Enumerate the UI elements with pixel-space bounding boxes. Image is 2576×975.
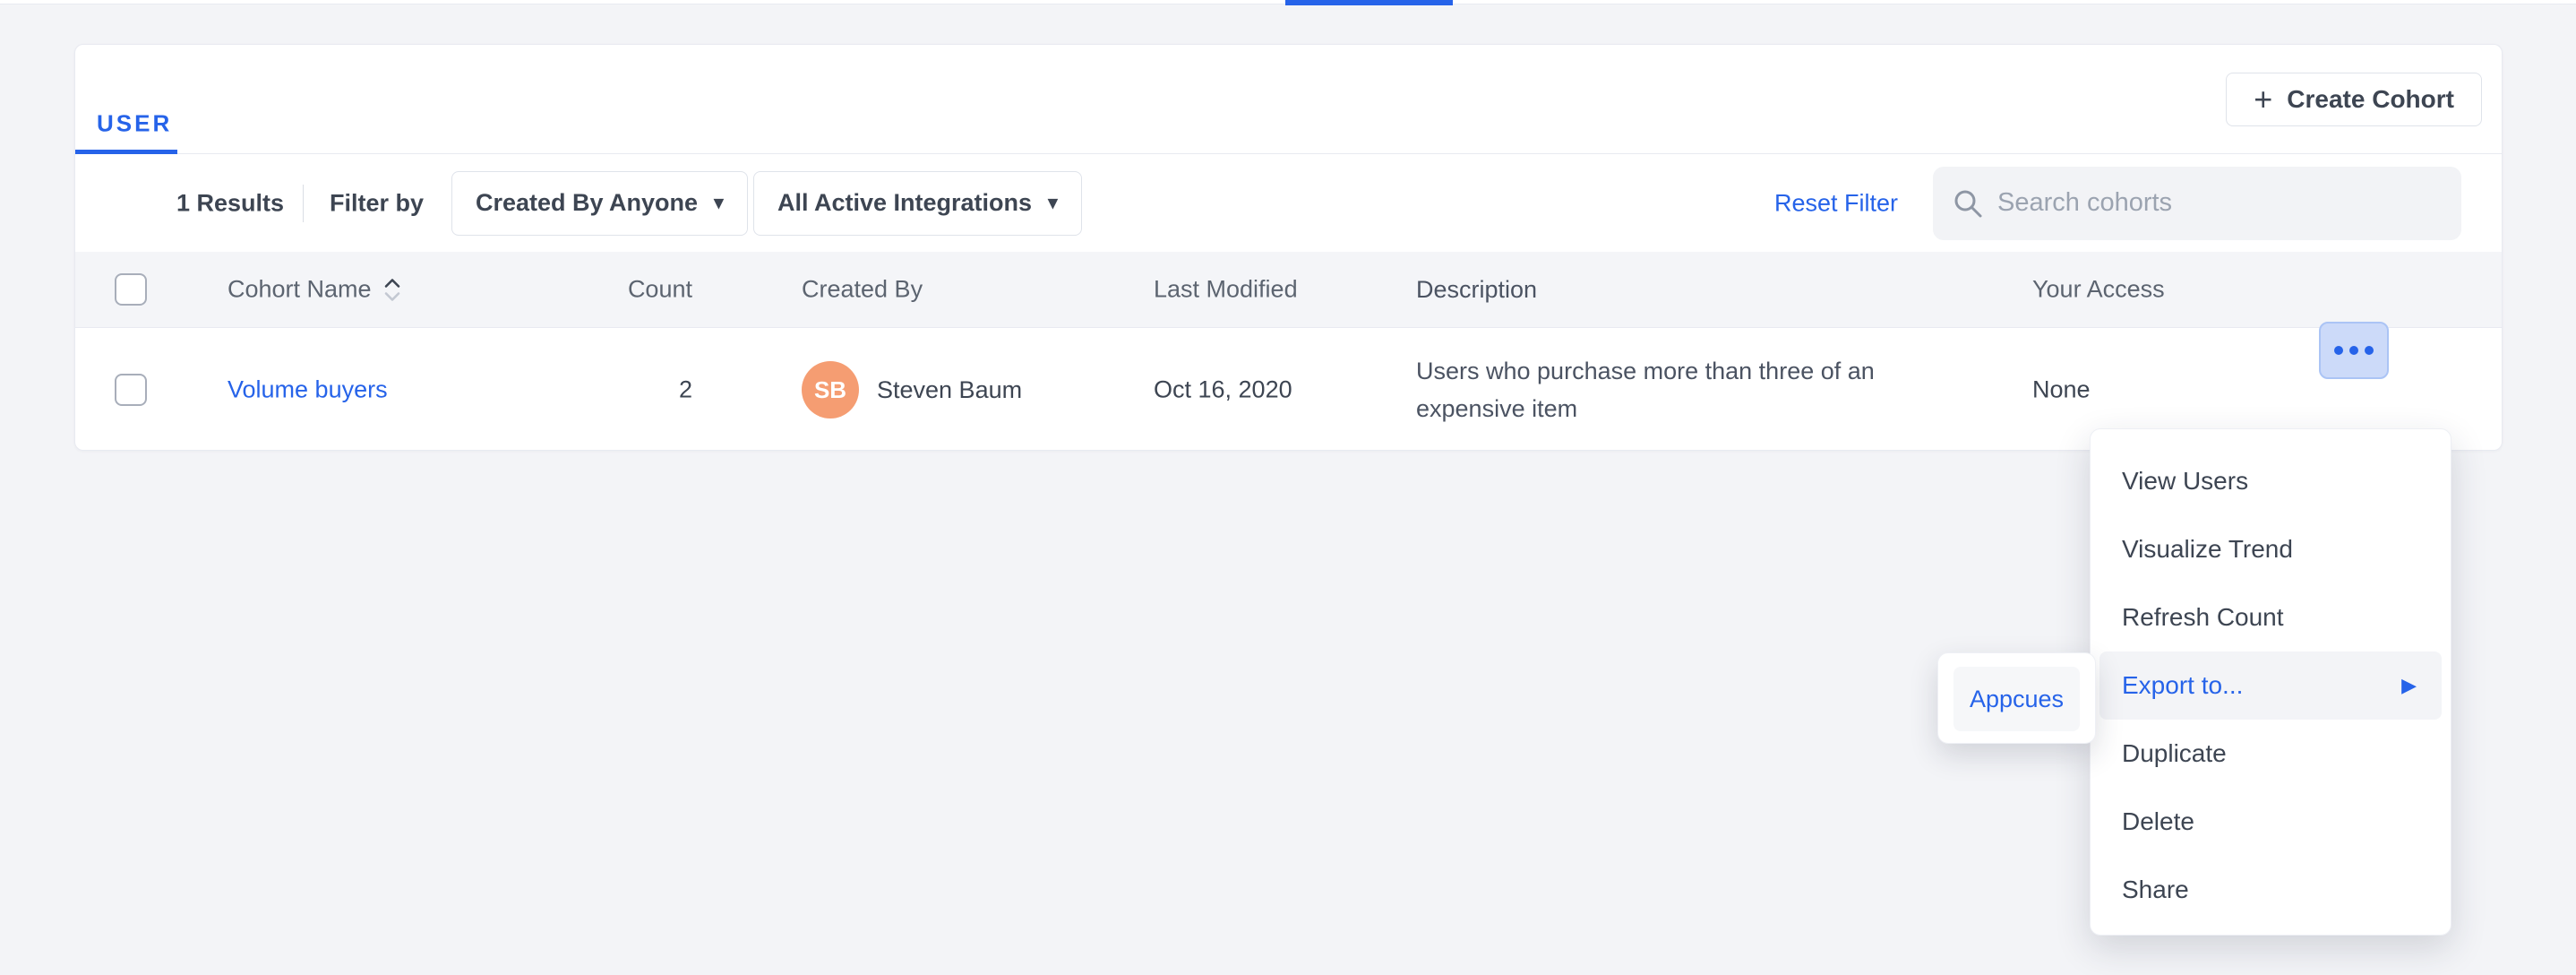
sort-icon[interactable] <box>382 276 402 303</box>
last-modified-cell: Oct 16, 2020 <box>1154 376 1292 404</box>
integrations-dropdown[interactable]: All Active Integrations ▾ <box>753 171 1082 236</box>
chevron-down-icon: ▾ <box>714 194 724 212</box>
created-by-name: Steven Baum <box>877 376 1022 404</box>
row-context-menu: View Users Visualize Trend Refresh Count… <box>2090 428 2451 936</box>
description-cell: Users who purchase more than three of an… <box>1416 352 1931 427</box>
submenu-arrow-icon: ▶ <box>2401 676 2417 695</box>
column-description: Description <box>1416 271 1931 308</box>
table-header: Cohort Name Count Created By Last Modifi… <box>75 252 2502 328</box>
column-your-access: Your Access <box>2032 276 2165 304</box>
menu-item-visualize-trend[interactable]: Visualize Trend <box>2099 515 2442 583</box>
menu-item-view-users[interactable]: View Users <box>2099 447 2442 515</box>
more-dots-icon <box>2349 346 2358 355</box>
chevron-down-icon: ▾ <box>1048 194 1058 212</box>
column-created-by: Created By <box>802 276 923 304</box>
menu-item-export-to[interactable]: Export to... ▶ <box>2099 651 2442 720</box>
cohort-count: 2 <box>541 376 692 404</box>
submenu-item-appcues[interactable]: Appcues <box>1953 667 2080 731</box>
menu-item-refresh-count[interactable]: Refresh Count <box>2099 583 2442 651</box>
row-checkbox[interactable] <box>115 374 147 406</box>
top-tabs-strip <box>0 0 2576 4</box>
cohort-name-link[interactable]: Volume buyers <box>228 376 388 404</box>
menu-item-export-to-label: Export to... <box>2122 671 2401 700</box>
card-tabbar: USER + Create Cohort <box>75 45 2502 154</box>
cohorts-card: USER + Create Cohort 1 Results Filter by… <box>74 44 2503 451</box>
more-dots-icon <box>2334 346 2343 355</box>
column-last-modified: Last Modified <box>1154 276 1298 304</box>
created-by-dropdown[interactable]: Created By Anyone ▾ <box>451 171 748 236</box>
filter-divider <box>303 185 304 222</box>
select-all-checkbox[interactable] <box>115 273 147 306</box>
results-count: 1 Results <box>176 189 284 217</box>
filter-bar: 1 Results Filter by Created By Anyone ▾ … <box>75 154 2502 252</box>
column-cohort-name-label: Cohort Name <box>228 276 372 304</box>
export-submenu: Appcues <box>1937 652 2096 744</box>
plus-icon: + <box>2254 83 2272 116</box>
menu-item-share[interactable]: Share <box>2099 856 2442 924</box>
created-by-cell: SB Steven Baum <box>802 361 1022 418</box>
tab-user[interactable]: USER <box>97 110 172 138</box>
create-cohort-button[interactable]: + Create Cohort <box>2226 73 2482 126</box>
reset-filter-link[interactable]: Reset Filter <box>1774 189 1898 217</box>
menu-item-duplicate[interactable]: Duplicate <box>2099 720 2442 788</box>
filter-by-label: Filter by <box>330 189 424 217</box>
avatar: SB <box>802 361 859 418</box>
created-by-dropdown-label: Created By Anyone <box>476 189 698 217</box>
search-icon <box>1953 188 1983 219</box>
search-input[interactable] <box>1997 188 2442 218</box>
column-cohort-name[interactable]: Cohort Name <box>228 276 402 304</box>
row-more-button[interactable] <box>2319 322 2389 379</box>
integrations-dropdown-label: All Active Integrations <box>777 189 1032 217</box>
more-dots-icon <box>2365 346 2374 355</box>
create-cohort-label: Create Cohort <box>2287 85 2454 114</box>
access-cell: None <box>2032 376 2091 404</box>
search-box <box>1933 167 2461 240</box>
active-tab-indicator <box>1285 0 1453 5</box>
menu-item-delete[interactable]: Delete <box>2099 788 2442 856</box>
column-count: Count <box>541 276 692 304</box>
